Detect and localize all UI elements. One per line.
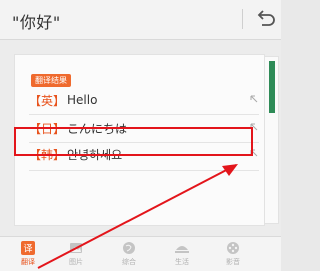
tab-label: 翻译 bbox=[21, 258, 35, 266]
highlight-box bbox=[14, 127, 253, 156]
divider bbox=[242, 9, 243, 29]
image-icon bbox=[70, 243, 82, 253]
translation-text: Hello bbox=[67, 93, 98, 107]
tab-image[interactable]: 图片 bbox=[56, 241, 96, 271]
undo-button[interactable] bbox=[252, 7, 278, 31]
query-text: "你好" bbox=[12, 13, 61, 32]
result-row-english[interactable]: 【英】 Hello bbox=[29, 87, 259, 113]
translate-icon: 译 bbox=[21, 241, 35, 255]
tab-label: 生活 bbox=[175, 258, 189, 266]
next-card-peek[interactable] bbox=[265, 56, 279, 224]
lang-label: 【英】 bbox=[29, 93, 66, 108]
tab-media[interactable]: 影音 bbox=[213, 241, 253, 271]
bottom-tab-bar: 译 翻译 图片 综合 生活 影音 bbox=[0, 236, 281, 271]
tab-translate[interactable]: 译 翻译 bbox=[8, 241, 48, 271]
tab-general[interactable]: 综合 bbox=[109, 241, 149, 271]
expand-arrow-icon[interactable] bbox=[249, 94, 259, 104]
result-badge: 翻译结果 bbox=[31, 74, 71, 87]
row-divider bbox=[29, 170, 259, 171]
svg-text:译: 译 bbox=[23, 244, 32, 255]
dining-icon bbox=[175, 246, 189, 253]
card-stripe bbox=[269, 61, 275, 113]
film-reel-icon bbox=[227, 242, 239, 254]
globe-icon bbox=[123, 242, 135, 254]
tab-label: 综合 bbox=[122, 258, 136, 266]
undo-arrow-icon bbox=[257, 10, 275, 26]
tab-life[interactable]: 生活 bbox=[162, 241, 202, 271]
tab-label: 影音 bbox=[226, 258, 240, 266]
tab-label: 图片 bbox=[69, 258, 83, 266]
top-bar: "你好" bbox=[0, 0, 281, 40]
